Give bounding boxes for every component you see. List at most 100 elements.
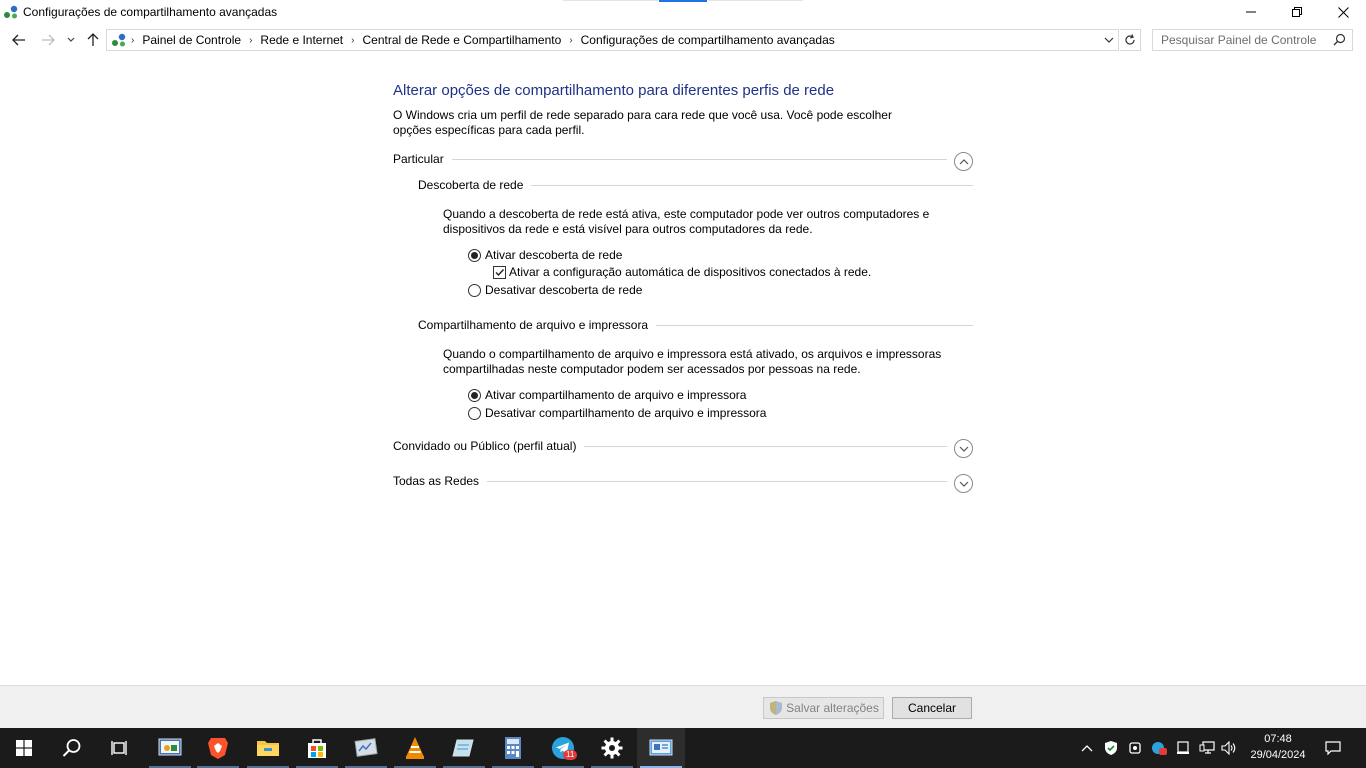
taskbar-notepad[interactable] (440, 728, 488, 768)
taskbar-settings[interactable] (588, 728, 636, 768)
tray-app-notification[interactable] (1148, 728, 1170, 768)
taskbar-file-explorer[interactable] (244, 728, 292, 768)
breadcrumb-separator-icon[interactable]: › (565, 35, 576, 46)
divider (584, 445, 947, 447)
main-content: Alterar opções de compartilhamento para … (0, 56, 1366, 684)
taskbar-telegram[interactable]: 11 (539, 728, 587, 768)
save-label: Salvar alterações (786, 701, 879, 715)
profile-label: Particular (393, 152, 444, 166)
profile-header-particular[interactable]: Particular (393, 151, 947, 167)
show-hidden-icons-button[interactable] (1076, 728, 1098, 768)
enable-file-sharing-option[interactable]: Ativar compartilhamento de arquivo e imp… (468, 387, 746, 403)
breadcrumb-separator-icon[interactable]: › (127, 35, 138, 46)
tray-network[interactable] (1196, 728, 1218, 768)
tray-volume[interactable] (1218, 728, 1240, 768)
network-icon (1199, 741, 1215, 754)
breadcrumb-painel-de-controle[interactable]: Painel de Controle (138, 33, 245, 47)
taskbar-network-center[interactable] (637, 728, 685, 768)
breadcrumb-separator-icon[interactable]: › (347, 35, 358, 46)
taskbar-clock[interactable]: 07:48 29/04/2024 (1240, 731, 1316, 763)
option-label[interactable]: Ativar compartilhamento de arquivo e imp… (485, 388, 746, 402)
profile-label: Convidado ou Público (perfil atual) (393, 439, 577, 453)
chevron-down-icon (67, 37, 75, 42)
taskbar-search-button[interactable] (48, 728, 96, 768)
recent-locations-button[interactable] (64, 28, 78, 52)
disable-file-sharing-option[interactable]: Desativar compartilhamento de arquivo e … (468, 405, 766, 421)
taskbar-store[interactable] (293, 728, 341, 768)
collapse-particular-button[interactable] (954, 152, 973, 171)
address-dropdown-button[interactable] (1102, 32, 1116, 48)
system-monitor-icon (354, 738, 378, 757)
search-box[interactable] (1152, 29, 1353, 51)
security-shield-icon (1105, 741, 1117, 755)
address-bar[interactable]: › Painel de Controle › Rede e Internet ›… (106, 29, 1119, 51)
profile-header-guest-public[interactable]: Convidado ou Público (perfil atual) (393, 438, 947, 454)
taskbar-vlc[interactable] (391, 728, 439, 768)
expand-guest-public-button[interactable] (954, 439, 973, 458)
expand-all-networks-button[interactable] (954, 474, 973, 493)
tray-device[interactable] (1172, 728, 1194, 768)
checkbox-auto-setup[interactable] (493, 265, 506, 279)
app-notification-icon (1152, 742, 1167, 755)
taskbar-calculator[interactable] (489, 728, 537, 768)
search-input[interactable] (1161, 33, 1331, 47)
profile-label: Todas as Redes (393, 474, 480, 488)
device-icon (1177, 741, 1189, 754)
minimize-button[interactable] (1228, 0, 1274, 24)
notification-icon (1325, 741, 1341, 755)
task-view-button[interactable] (96, 728, 144, 768)
checkmark-icon (495, 268, 505, 276)
chevron-down-icon (1104, 37, 1114, 43)
divider (656, 324, 973, 326)
chevron-up-icon (959, 158, 968, 164)
restore-button[interactable] (1274, 0, 1320, 24)
taskbar-control-panel[interactable] (146, 728, 194, 768)
breadcrumb-rede-e-internet[interactable]: Rede e Internet (256, 33, 347, 47)
search-icon[interactable] (1333, 33, 1346, 49)
page-title: Alterar opções de compartilhamento para … (393, 82, 835, 99)
taskbar-system-monitor[interactable] (342, 728, 390, 768)
notification-center-button[interactable] (1320, 728, 1346, 768)
cancel-button[interactable]: Cancelar (892, 697, 972, 719)
tray-security[interactable] (1100, 728, 1122, 768)
radio-disable-discovery[interactable] (468, 283, 481, 297)
radio-enable-discovery[interactable] (468, 248, 481, 262)
taskbar-brave[interactable] (194, 728, 242, 768)
refresh-button[interactable] (1120, 29, 1141, 51)
save-changes-button[interactable]: Salvar alterações (763, 697, 884, 719)
radio-disable-sharing[interactable] (468, 406, 481, 420)
enable-network-discovery-option[interactable]: Ativar descoberta de rede (468, 247, 622, 263)
settings-icon (601, 737, 623, 759)
profile-header-all-networks[interactable]: Todas as Redes (393, 473, 947, 489)
option-label[interactable]: Desativar compartilhamento de arquivo e … (485, 406, 766, 420)
command-bar: Salvar alterações Cancelar (0, 685, 1366, 728)
option-label[interactable]: Desativar descoberta de rede (485, 283, 642, 297)
up-button[interactable] (83, 28, 103, 52)
intro-text: O Windows cria um perfil de rede separad… (393, 108, 892, 137)
task-view-icon (111, 741, 127, 755)
uac-shield-icon (770, 701, 783, 715)
close-button[interactable] (1320, 0, 1366, 24)
option-label[interactable]: Ativar descoberta de rede (485, 248, 622, 262)
back-button[interactable] (8, 28, 30, 52)
forward-arrow-icon (42, 34, 55, 46)
refresh-icon (1125, 34, 1135, 45)
navigation-bar: › Painel de Controle › Rede e Internet ›… (0, 28, 1366, 52)
breadcrumb-central-de-rede[interactable]: Central de Rede e Compartilhamento (359, 33, 566, 47)
control-panel-icon (158, 738, 182, 756)
minimize-icon (1246, 11, 1256, 13)
forward-button[interactable] (37, 28, 59, 52)
notepad-icon (452, 739, 474, 757)
disable-network-discovery-option[interactable]: Desativar descoberta de rede (468, 282, 642, 298)
radio-enable-sharing[interactable] (468, 388, 481, 402)
file-explorer-icon (257, 741, 279, 756)
start-button[interactable] (0, 728, 48, 768)
window-title: Configurações de compartilhamento avança… (23, 5, 278, 19)
auto-setup-devices-option[interactable]: Ativar a configuração automática de disp… (493, 264, 871, 280)
breadcrumb-separator-icon[interactable]: › (245, 35, 256, 46)
tray-meet[interactable] (1124, 728, 1146, 768)
cancel-label: Cancelar (907, 701, 957, 715)
start-icon (16, 740, 32, 756)
breadcrumb-current-page[interactable]: Configurações de compartilhamento avança… (577, 33, 839, 47)
option-label[interactable]: Ativar a configuração automática de disp… (509, 265, 871, 279)
